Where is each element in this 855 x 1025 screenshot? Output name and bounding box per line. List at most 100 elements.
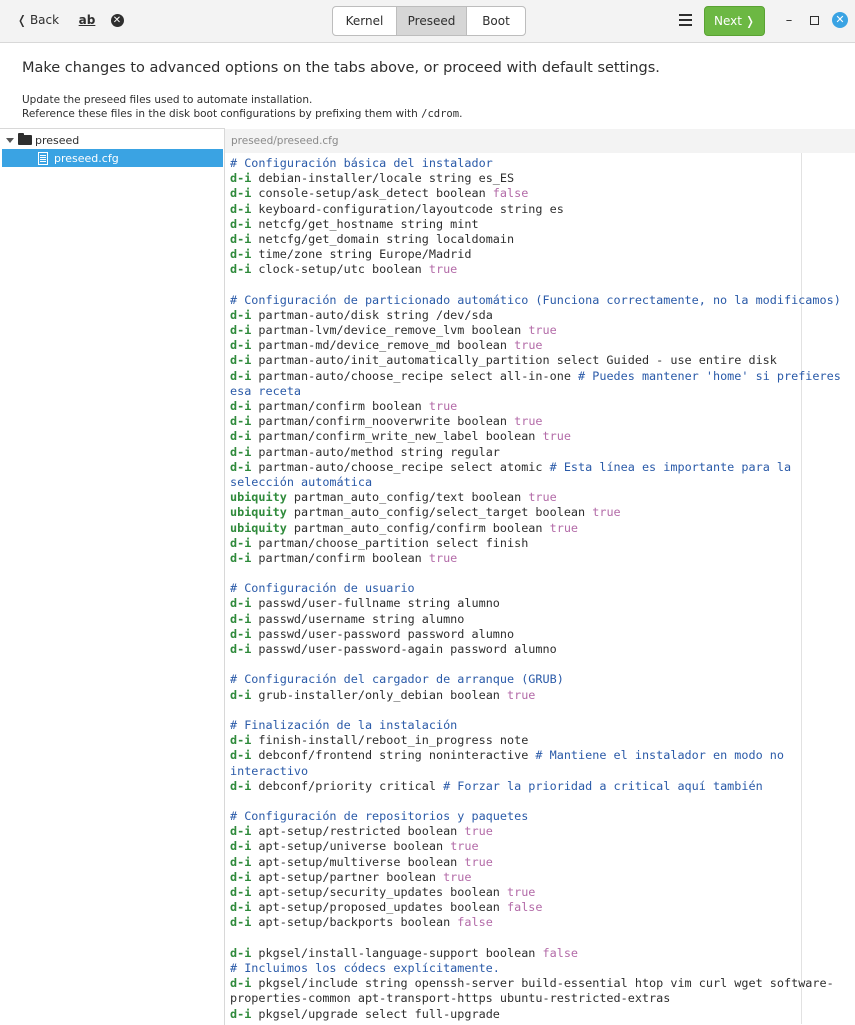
code-line: d-i apt-setup/security_updates boolean t… xyxy=(230,885,841,900)
code-boolean: false xyxy=(542,945,579,960)
code-line: # Finalización de la instalación xyxy=(230,718,841,733)
clear-button[interactable]: ✕ xyxy=(106,9,128,31)
code-comment: # Puedes mantener 'home' si prefieres xyxy=(578,368,841,383)
tab-boot[interactable]: Boot xyxy=(467,7,525,35)
code-text-segment: apt-setup/multiverse boolean xyxy=(251,854,465,869)
code-text-segment: console-setup/ask_detect boolean xyxy=(251,186,493,201)
code-line: d-i debian-installer/locale string es_ES xyxy=(230,171,841,186)
back-label: Back xyxy=(29,13,60,27)
tree-file-preseed-cfg[interactable]: preseed.cfg xyxy=(2,149,223,167)
code-line: # Configuración del cargador de arranque… xyxy=(230,672,841,687)
code-keyword: d-i xyxy=(230,778,252,793)
code-text-segment: partman_auto_config/text boolean xyxy=(286,490,529,505)
code-line: d-i pkgsel/upgrade select full-upgrade xyxy=(230,1007,841,1022)
minimize-icon[interactable]: – xyxy=(783,9,795,31)
code-boolean: true xyxy=(443,869,472,884)
code-line: d-i partman/confirm boolean true xyxy=(230,399,841,414)
file-icon xyxy=(38,151,48,165)
code-keyword: d-i xyxy=(230,262,252,277)
code-boolean: true xyxy=(507,687,536,702)
code-keyword: d-i xyxy=(230,247,252,262)
code-keyword: d-i xyxy=(230,307,252,322)
code-text-segment: pkgsel/upgrade select full-upgrade xyxy=(251,1006,500,1021)
code-text-segment: debconf/priority critical xyxy=(251,778,444,793)
code-text-segment: partman/choose_partition select finish xyxy=(251,535,529,550)
code-keyword: d-i xyxy=(230,368,252,383)
description-suffix: . xyxy=(459,108,463,120)
code-keyword: d-i xyxy=(230,915,252,930)
code-boolean: true xyxy=(514,414,543,429)
tab-kernel[interactable]: Kernel xyxy=(333,7,397,35)
code-line: d-i finish-install/reboot_in_progress no… xyxy=(230,733,841,748)
code-text-segment: partman_auto_config/confirm boolean xyxy=(286,520,550,535)
code-keyword: d-i xyxy=(230,201,252,216)
hamburger-menu-icon[interactable] xyxy=(676,9,694,31)
code-keyword: d-i xyxy=(230,748,252,763)
spell-check-icon[interactable]: ab xyxy=(74,9,100,31)
code-text-segment: keyboard-configuration/layoutcode string… xyxy=(251,201,564,216)
code-line: ubiquity partman_auto_config/confirm boo… xyxy=(230,521,841,536)
code-line: d-i debconf/priority critical # Forzar l… xyxy=(230,779,841,794)
page-heading: Make changes to advanced options on the … xyxy=(22,60,660,76)
code-text-segment: passwd/user-password-again password alum… xyxy=(251,642,557,656)
cdrom-code: /cdrom xyxy=(421,108,460,120)
folder-label: preseed xyxy=(35,133,80,147)
code-comment: # Configuración de particionado automáti… xyxy=(230,292,841,307)
code-line: d-i apt-setup/universe boolean true xyxy=(230,839,841,854)
tab-preseed[interactable]: Preseed xyxy=(397,7,467,35)
code-text-segment: finish-install/reboot_in_progress note xyxy=(251,733,529,748)
description-line-2: Reference these files in the disk boot c… xyxy=(22,108,462,120)
code-comment: # Forzar la prioridad a critical aquí ta… xyxy=(443,778,763,793)
description-prefix: Reference these files in the disk boot c… xyxy=(22,108,422,120)
code-text-segment: partman/confirm boolean xyxy=(251,550,429,565)
code-keyword: d-i xyxy=(230,945,252,960)
file-path-bar: preseed/preseed.cfg xyxy=(225,129,855,153)
chevron-left-icon: ❬ xyxy=(16,13,27,27)
code-text[interactable]: # Configuración básica del instalador d-i… xyxy=(230,156,841,1022)
code-keyword: d-i xyxy=(230,839,252,854)
code-line: d-i apt-setup/multiverse boolean true xyxy=(230,855,841,870)
code-text-segment: clock-setup/utc boolean xyxy=(251,262,429,277)
code-text-segment: pkgsel/include string openssh-server bui… xyxy=(251,976,834,991)
code-keyword: ubiquity xyxy=(230,505,287,520)
code-line: d-i passwd/user-fullname string alumno xyxy=(230,596,841,611)
code-line: # Configuración de usuario xyxy=(230,581,841,596)
code-text-segment: partman/confirm_nooverwrite boolean xyxy=(251,414,515,429)
code-comment: # Configuración de repositorios y paquet… xyxy=(230,809,529,824)
code-keyword: d-i xyxy=(230,550,252,565)
code-text-segment: time/zone string Europe/Madrid xyxy=(251,247,472,262)
code-comment: # Esta línea es importante para la xyxy=(549,459,792,474)
code-text-segment: apt-setup/universe boolean xyxy=(251,839,451,854)
code-text-segment: partman-auto/method string regular xyxy=(251,444,500,459)
maximize-icon[interactable] xyxy=(808,9,820,31)
code-text-segment: passwd/username string alumno xyxy=(251,611,465,626)
code-boolean: true xyxy=(592,505,621,520)
code-text-segment: netcfg/get_domain string localdomain xyxy=(251,231,515,246)
code-boolean: true xyxy=(514,338,543,353)
code-comment: # Incluimos los códecs explícitamente. xyxy=(230,960,500,975)
close-icon: ✕ xyxy=(832,12,848,28)
window-close-button[interactable]: ✕ xyxy=(832,9,848,31)
code-editor[interactable]: # Configuración básica del instalador d-i… xyxy=(225,153,855,1024)
expander-down-icon[interactable] xyxy=(6,137,14,143)
code-comment: # Finalización de la instalación xyxy=(230,717,458,732)
code-keyword: d-i xyxy=(230,976,252,991)
code-text-segment: apt-setup/security_updates boolean xyxy=(251,885,507,899)
code-line: d-i console-setup/ask_detect boolean fal… xyxy=(230,186,841,201)
code-line: d-i apt-setup/backports boolean false xyxy=(230,915,841,930)
code-text-segment: partman-auto/choose_recipe select all-in… xyxy=(251,368,579,383)
next-button[interactable]: Next ❭ xyxy=(704,6,765,36)
back-button[interactable]: ❬ Back xyxy=(14,9,62,31)
code-keyword: d-i xyxy=(230,626,252,641)
code-line: d-i apt-setup/restricted boolean true xyxy=(230,824,841,839)
code-text-segment: partman-auto/init_automatically_partitio… xyxy=(251,353,777,368)
code-keyword: d-i xyxy=(230,733,252,748)
tree-folder-preseed[interactable]: preseed xyxy=(0,131,224,149)
code-keyword: d-i xyxy=(230,231,252,246)
code-keyword: d-i xyxy=(230,459,252,474)
code-line: d-i apt-setup/proposed_updates boolean f… xyxy=(230,900,841,915)
file-path: preseed/preseed.cfg xyxy=(231,135,339,147)
